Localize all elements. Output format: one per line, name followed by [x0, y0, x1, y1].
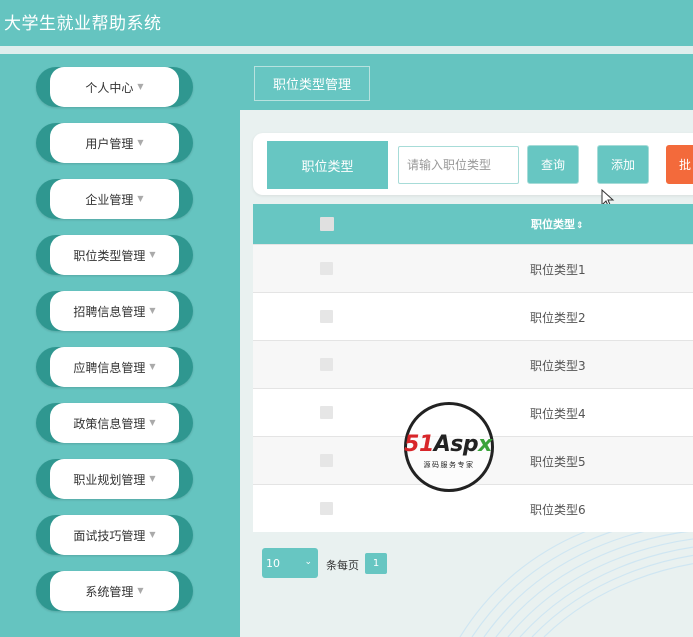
sidebar-item-label: 面试技巧管理: [73, 528, 146, 543]
app-title: 大学生就业帮助系统: [4, 14, 162, 34]
caret-down-icon: ▼: [137, 81, 144, 91]
caret-down-icon: ▼: [149, 473, 156, 483]
caret-down-icon: ▼: [137, 585, 144, 595]
page-size-suffix: 条每页: [326, 559, 359, 572]
sidebar-item-job-types[interactable]: 职位类型管理 ▼: [36, 235, 193, 275]
caret-down-icon: ▼: [137, 193, 144, 203]
search-input[interactable]: [398, 146, 519, 184]
caret-down-icon: ▼: [149, 529, 156, 539]
page-number-button[interactable]: 1: [365, 553, 387, 574]
search-bar: 职位类型 查询 添加 批: [253, 133, 693, 195]
sidebar-item-companies[interactable]: 企业管理 ▼: [36, 179, 193, 219]
table-row[interactable]: 职位类型1: [253, 244, 693, 292]
sidebar-item-policies[interactable]: 政策信息管理 ▼: [36, 403, 193, 443]
caret-down-icon: ▼: [137, 137, 144, 147]
header-divider: [0, 46, 693, 54]
job-type-cell: 职位类型5: [530, 455, 586, 469]
job-type-cell: 职位类型2: [530, 311, 586, 325]
query-button[interactable]: 查询: [527, 145, 579, 184]
logo-brand: 51Aspx: [404, 432, 492, 457]
sidebar-item-label: 个人中心: [85, 80, 134, 95]
sidebar-item-label: 职位类型管理: [73, 248, 146, 263]
row-checkbox[interactable]: [320, 262, 333, 275]
sidebar-item-system[interactable]: 系统管理 ▼: [36, 571, 193, 611]
sidebar-item-applications[interactable]: 应聘信息管理 ▼: [36, 347, 193, 387]
page-size-select[interactable]: 10 ⌄: [262, 548, 318, 578]
batch-delete-button[interactable]: 批: [666, 145, 693, 184]
job-type-cell: 职位类型1: [530, 263, 586, 277]
table-row[interactable]: 职位类型3: [253, 340, 693, 388]
sort-icon[interactable]: ⇕: [576, 221, 584, 231]
row-checkbox[interactable]: [320, 358, 333, 371]
table-header: 职位类型⇕: [253, 204, 693, 244]
sidebar-item-users[interactable]: 用户管理 ▼: [36, 123, 193, 163]
caret-down-icon: ▼: [149, 305, 156, 315]
top-bar: 大学生就业帮助系统: [0, 0, 693, 46]
sidebar: 个人中心 ▼ 用户管理 ▼ 企业管理 ▼ 职位类型管理 ▼ 招聘信息管理 ▼ 应聘信息管理…: [0, 54, 240, 637]
logo-subtitle: 源码服务专家: [423, 461, 475, 469]
add-button[interactable]: 添加: [597, 145, 649, 184]
sidebar-item-label: 招聘信息管理: [73, 304, 146, 319]
job-type-cell: 职位类型3: [530, 359, 586, 373]
caret-down-icon: ▼: [149, 361, 156, 371]
sidebar-item-recruitment[interactable]: 招聘信息管理 ▼: [36, 291, 193, 331]
sidebar-item-label: 用户管理: [85, 136, 134, 151]
column-header-job-type[interactable]: 职位类型⇕: [531, 216, 584, 232]
sidebar-item-label: 职业规划管理: [73, 472, 146, 487]
caret-down-icon: ▼: [149, 249, 156, 259]
column-header-label: 职位类型: [531, 218, 575, 231]
sidebar-item-career-planning[interactable]: 职业规划管理 ▼: [36, 459, 193, 499]
main-header: 职位类型管理: [240, 54, 693, 110]
row-checkbox[interactable]: [320, 406, 333, 419]
job-type-cell: 职位类型6: [530, 503, 586, 517]
sidebar-item-label: 系统管理: [85, 584, 134, 599]
job-type-cell: 职位类型4: [530, 407, 586, 421]
page-size-value: 10: [266, 556, 280, 570]
select-all-checkbox[interactable]: [320, 217, 334, 231]
sidebar-item-label: 企业管理: [85, 192, 134, 207]
watermark-logo: 51Aspx 源码服务专家: [386, 402, 510, 494]
sidebar-item-interview-tips[interactable]: 面试技巧管理 ▼: [36, 515, 193, 555]
breadcrumb: 职位类型管理: [254, 66, 370, 101]
row-checkbox[interactable]: [320, 454, 333, 467]
chevron-down-icon: ⌄: [304, 557, 312, 567]
table-row[interactable]: 职位类型2: [253, 292, 693, 340]
sidebar-item-label: 应聘信息管理: [73, 360, 146, 375]
row-checkbox[interactable]: [320, 310, 333, 323]
sidebar-item-personal-center[interactable]: 个人中心 ▼: [36, 67, 193, 107]
row-checkbox[interactable]: [320, 502, 333, 515]
search-field-label: 职位类型: [267, 141, 388, 189]
sidebar-item-label: 政策信息管理: [73, 416, 146, 431]
caret-down-icon: ▼: [149, 417, 156, 427]
